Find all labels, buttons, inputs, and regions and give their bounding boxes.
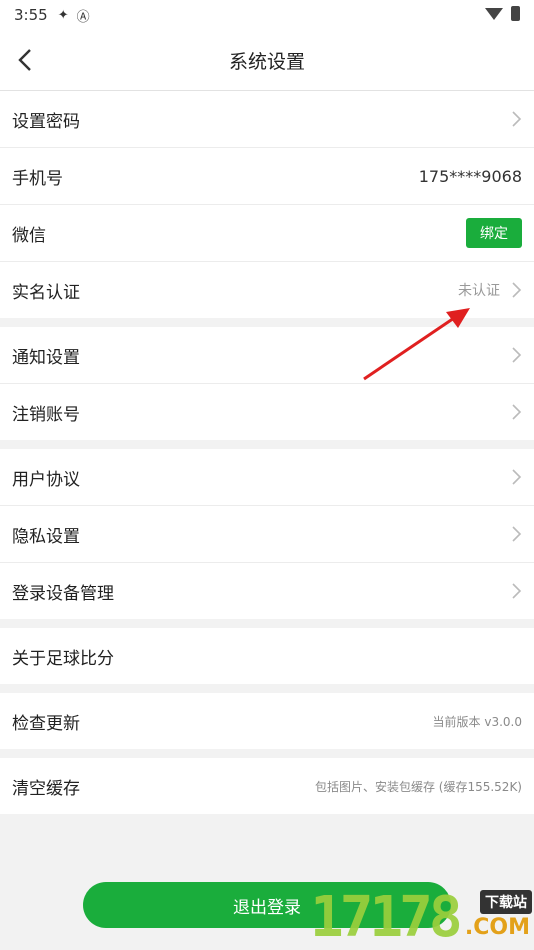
chevron-right-icon	[510, 403, 522, 421]
divider	[0, 684, 534, 693]
back-button[interactable]	[12, 44, 40, 76]
watermark-tag: 下载站	[480, 890, 532, 914]
watermark-domain: .COM	[464, 915, 530, 940]
header: 系统设置	[0, 30, 534, 91]
divider	[0, 318, 534, 327]
row-label: 注销账号	[12, 404, 80, 425]
battery-icon	[511, 6, 520, 21]
status-bar: 3:55 ✦ Ⓐ	[0, 0, 534, 30]
phone-value: 175****9068	[418, 166, 522, 186]
divider	[0, 440, 534, 449]
version-value: 当前版本 v3.0.0	[432, 714, 522, 729]
settings-group-privacy: 用户协议 隐私设置 登录设备管理	[0, 449, 534, 619]
status-right	[485, 6, 520, 21]
page-title: 系统设置	[228, 50, 305, 73]
chevron-right-icon	[510, 110, 522, 128]
status-time: 3:55	[14, 6, 48, 24]
privacy-settings-row[interactable]: 隐私设置	[0, 506, 534, 563]
real-name-row[interactable]: 实名认证 未认证	[0, 262, 534, 318]
row-label: 手机号	[12, 168, 63, 189]
bind-wechat-button[interactable]: 绑定	[466, 218, 522, 248]
delete-account-row[interactable]: 注销账号	[0, 384, 534, 440]
device-management-row[interactable]: 登录设备管理	[0, 563, 534, 619]
verification-status: 未认证	[458, 283, 500, 299]
row-label: 关于足球比分	[12, 648, 114, 669]
settings-group-about: 关于足球比分	[0, 628, 534, 684]
chevron-right-icon	[510, 281, 522, 299]
divider	[0, 619, 534, 628]
row-label: 设置密码	[12, 111, 80, 132]
settings-group-update: 检查更新 当前版本 v3.0.0	[0, 693, 534, 749]
about-row[interactable]: 关于足球比分	[0, 628, 534, 684]
settings-group-cache: 清空缓存 包括图片、安装包缓存 (缓存155.52K)	[0, 758, 534, 814]
settings-group-account: 设置密码 手机号 175****9068 微信 绑定 实名认证 未认证	[0, 91, 534, 318]
user-agreement-row[interactable]: 用户协议	[0, 449, 534, 506]
row-label: 微信	[12, 225, 46, 246]
app-notification-icon: ✦	[57, 7, 69, 23]
chevron-right-icon	[510, 468, 522, 486]
row-label: 用户协议	[12, 469, 80, 490]
check-update-row[interactable]: 检查更新 当前版本 v3.0.0	[0, 693, 534, 749]
chevron-left-icon	[18, 49, 31, 71]
chevron-right-icon	[510, 582, 522, 600]
divider	[0, 749, 534, 758]
row-label: 隐私设置	[12, 526, 80, 547]
row-label: 清空缓存	[12, 778, 80, 799]
a-notification-icon: Ⓐ	[76, 9, 90, 25]
settings-group-notify: 通知设置 注销账号	[0, 327, 534, 440]
notification-settings-row[interactable]: 通知设置	[0, 327, 534, 384]
phone-row[interactable]: 手机号 175****9068	[0, 148, 534, 205]
chevron-right-icon	[510, 346, 522, 364]
clear-cache-row[interactable]: 清空缓存 包括图片、安装包缓存 (缓存155.52K)	[0, 758, 534, 814]
wifi-icon	[485, 7, 503, 20]
set-password-row[interactable]: 设置密码	[0, 91, 534, 148]
wechat-row: 微信 绑定	[0, 205, 534, 262]
row-label: 检查更新	[12, 713, 80, 734]
row-label: 实名认证	[12, 282, 80, 303]
chevron-right-icon	[510, 525, 522, 543]
cache-value: 包括图片、安装包缓存 (缓存155.52K)	[314, 779, 522, 794]
row-label: 通知设置	[12, 347, 80, 368]
logout-button[interactable]: 退出登录	[83, 882, 451, 928]
row-label: 登录设备管理	[12, 583, 114, 604]
